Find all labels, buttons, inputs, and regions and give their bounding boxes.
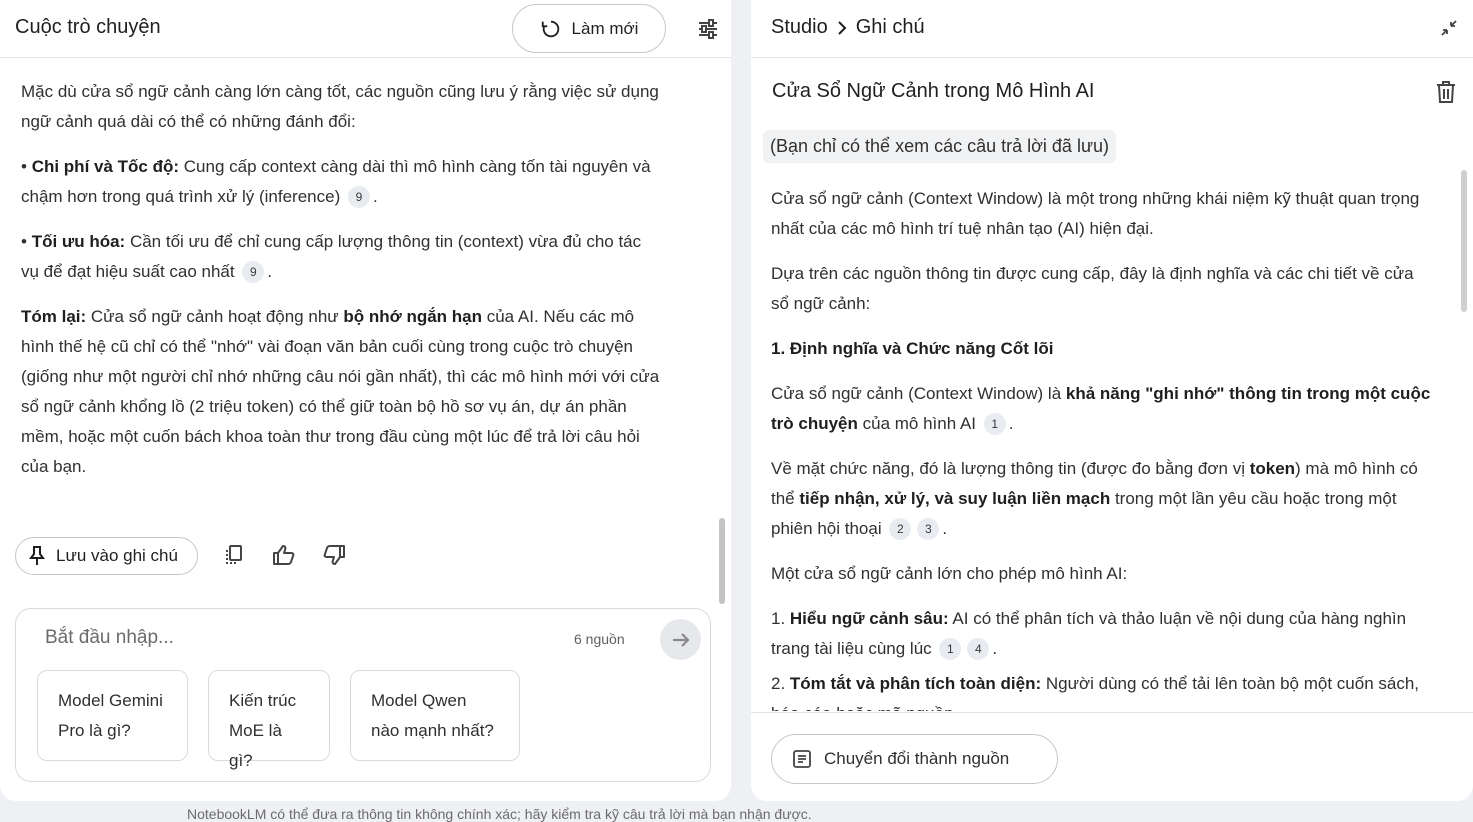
message-bullet-cost: • Chi phí và Tốc độ: Cung cấp context cà…	[21, 157, 651, 208]
thumbs-up-icon	[273, 545, 295, 565]
note-paragraph: Về mặt chức năng, đó là lượng thông tin …	[771, 459, 1418, 540]
chevron-right-icon	[838, 20, 847, 35]
note-paragraph: Dựa trên các nguồn thông tin được cung c…	[771, 264, 1414, 313]
summary-text: Cửa sổ ngữ cảnh hoạt động như	[86, 307, 344, 326]
thumbs-down-button[interactable]	[321, 542, 347, 568]
convert-label: Chuyển đổi thành nguồn	[824, 749, 1010, 768]
note-title: Cửa Sổ Ngữ Cảnh trong Mô Hình AI	[772, 80, 1095, 102]
thumbs-up-button[interactable]	[271, 542, 297, 568]
chat-message: Mặc dù cửa sổ ngữ cảnh càng lớn càng tốt…	[21, 59, 661, 524]
note-paragraph: Một cửa sổ ngữ cảnh lớn cho phép mô hình…	[771, 564, 1128, 583]
citation-badge[interactable]: 4	[967, 638, 990, 660]
text: của mô hình AI	[857, 414, 981, 433]
note-footer: Chuyển đổi thành nguồn	[751, 712, 1473, 801]
read-only-badge: (Bạn chỉ có thể xem các câu trả lời đã l…	[763, 130, 1116, 163]
chat-title: Cuộc trò chuyện	[15, 16, 161, 38]
studio-header: Studio Ghi chú	[751, 0, 1473, 58]
message-summary: Tóm lại: Cửa sổ ngữ cảnh hoạt động như b…	[21, 302, 661, 482]
bullet-heading: Chi phí và Tốc độ:	[31, 157, 180, 176]
save-to-note-button[interactable]: Lưu vào ghi chú	[15, 537, 198, 575]
chat-panel: Cuộc trò chuyện Làm mới Mặc dù cửa sổ ng…	[0, 0, 731, 801]
text: Về mặt chức năng, đó là lượng thông tin …	[771, 459, 1250, 478]
text: Cửa sổ ngữ cảnh (Context Window) là	[771, 384, 1066, 403]
breadcrumb: Studio Ghi chú	[771, 16, 925, 39]
collapse-icon[interactable]	[1439, 18, 1459, 38]
suggestion-chip[interactable]: Kiến trúc MoE là gì?	[208, 670, 330, 770]
citation-badge[interactable]: 9	[242, 261, 265, 283]
citation-badge[interactable]: 1	[983, 413, 1006, 435]
bold-text: token	[1249, 459, 1296, 478]
source-count: 6 nguồn	[574, 631, 625, 647]
chat-input[interactable]: Bắt đầu nhập...	[45, 627, 174, 649]
heading-text: 1. Định nghĩa và Chức năng Cốt lõi	[771, 339, 1054, 358]
convert-icon	[793, 750, 811, 768]
summary-bold: bộ nhớ ngắn hạn	[343, 307, 482, 326]
note-body: Cửa sổ ngữ cảnh (Context Window) là một …	[771, 184, 1431, 711]
summary-heading: Tóm lại:	[21, 307, 87, 326]
citation-badge[interactable]: 3	[917, 518, 940, 540]
send-button[interactable]	[660, 619, 701, 660]
refresh-button[interactable]: Làm mới	[512, 4, 666, 53]
suggestion-chip[interactable]: Model Gemini Pro là gì?	[37, 670, 188, 761]
bold-text: Tóm tắt và phân tích toàn diện:	[789, 674, 1042, 693]
bold-text: Hiểu ngữ cảnh sâu:	[789, 609, 949, 628]
breadcrumb-studio[interactable]: Studio	[771, 16, 828, 39]
thumbs-down-icon	[323, 545, 345, 565]
message-paragraph: Mặc dù cửa sổ ngữ cảnh càng lớn càng tốt…	[21, 82, 659, 131]
disclaimer-text: NotebookLM có thể đưa ra thông tin không…	[187, 806, 812, 822]
note-list-item: 1. Hiểu ngữ cảnh sâu: AI có thể phân tíc…	[771, 609, 1407, 660]
message-bullet-optimize: • Tối ưu hóa: Cần tối ưu để chỉ cung cấp…	[21, 232, 642, 283]
note-heading: 1. Định nghĩa và Chức năng Cốt lõi	[771, 334, 1431, 364]
citation-badge[interactable]: 9	[347, 186, 370, 208]
bullet-heading: Tối ưu hóa:	[31, 232, 126, 251]
note-list-item: 2. Tóm tắt và phân tích toàn diện: Người…	[771, 669, 1431, 711]
copy-icon	[226, 545, 242, 564]
clipped-line	[21, 59, 661, 67]
arrow-right-icon	[672, 632, 690, 647]
studio-panel: Studio Ghi chú Cửa Sổ Ngữ Cảnh trong Mô …	[751, 0, 1473, 801]
breadcrumb-notes: Ghi chú	[855, 16, 925, 38]
refresh-icon	[541, 20, 559, 37]
bold-text: tiếp nhận, xử lý, và suy luận liền mạch	[799, 489, 1111, 508]
note-paragraph: Cửa sổ ngữ cảnh (Context Window) là một …	[771, 189, 1420, 238]
pin-icon	[29, 546, 45, 565]
citation-badge[interactable]: 2	[889, 518, 912, 540]
save-note-label: Lưu vào ghi chú	[56, 546, 178, 565]
copy-button[interactable]	[221, 542, 247, 568]
tune-icon[interactable]	[696, 17, 720, 41]
list-number: 2.	[771, 674, 790, 693]
note-paragraph: Cửa sổ ngữ cảnh (Context Window) là khả …	[771, 384, 1431, 435]
refresh-label: Làm mới	[571, 18, 639, 38]
list-number: 1.	[771, 609, 790, 628]
citation-badge[interactable]: 1	[939, 638, 962, 660]
convert-to-source-button[interactable]: Chuyển đổi thành nguồn	[771, 734, 1058, 784]
chat-header: Cuộc trò chuyện Làm mới	[0, 0, 731, 58]
note-scrollbar[interactable]	[1461, 170, 1467, 312]
summary-text: của AI. Nếu các mô hình thế hệ cũ chỉ có…	[21, 307, 660, 476]
suggestion-chip[interactable]: Model Qwen nào mạnh nhất?	[350, 670, 520, 761]
trash-icon[interactable]	[1435, 80, 1457, 104]
chat-scrollbar[interactable]	[719, 518, 725, 604]
chat-input-card: Bắt đầu nhập... 6 nguồn Model Gemini Pro…	[15, 608, 711, 782]
